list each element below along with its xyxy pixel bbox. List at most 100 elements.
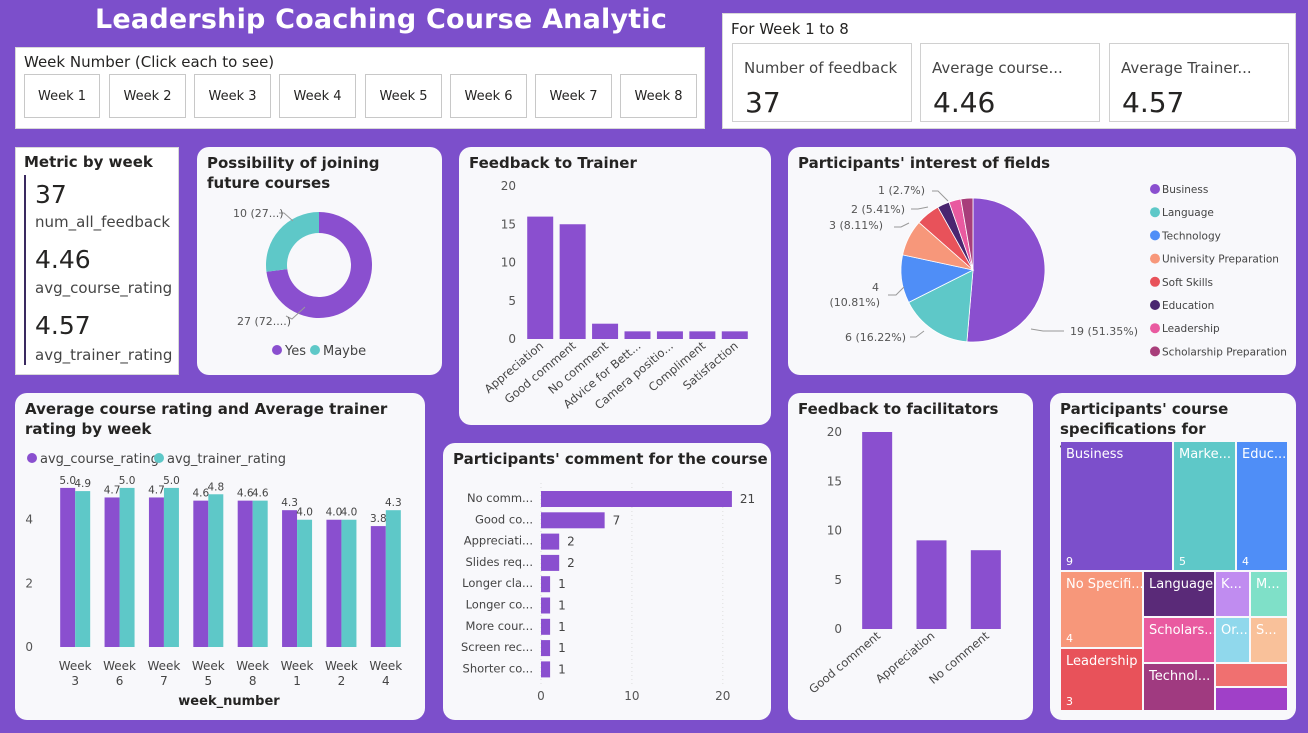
x-tick-label: Week: [59, 659, 92, 673]
x-tick-label: 5: [204, 674, 212, 688]
treemap-tile[interactable]: Or...: [1216, 618, 1249, 662]
treemap-tile[interactable]: [1216, 664, 1287, 686]
data-label: 4.6: [252, 488, 269, 500]
bar: [541, 640, 551, 657]
week-2-button[interactable]: Week 2: [109, 74, 186, 118]
week-7-button[interactable]: Week 7: [535, 74, 612, 118]
y-tick-label: Longer co...: [466, 598, 533, 612]
bar: [916, 540, 947, 629]
comments-card: Participants' comment for the course 0 10…: [443, 443, 771, 720]
dashboard-title: Leadership Coaching Course Analytic: [95, 4, 668, 35]
legend-label-maybe: Maybe: [323, 344, 366, 359]
bar-avg_trainer_rating: [385, 510, 401, 647]
slicer-title: Week Number (Click each to see): [24, 53, 275, 71]
bar-avg_course_rating: [282, 510, 298, 647]
treemap-tile[interactable]: S...: [1251, 618, 1287, 662]
treemap-card: Participants' course specifications for …: [1050, 393, 1296, 720]
fields-pie-chart[interactable]: 19 (51.35%) 6 (16.22%) 4 3 (8.11%) 2 (5.41%)…: [788, 147, 1296, 375]
x-axis-title: week_number: [178, 694, 280, 709]
x-tick-label: Week: [103, 659, 136, 673]
treemap-tile[interactable]: Technol...: [1144, 664, 1214, 710]
bar: [541, 597, 551, 614]
metric-label: num_all_feedback: [35, 213, 171, 231]
y-tick-label: 5: [508, 294, 516, 308]
metric-value: 37: [35, 180, 67, 209]
x-tick-label: 4: [382, 674, 390, 688]
treemap-tile-value: 4: [1242, 555, 1249, 568]
kpi-avg-course: Average course... 4.46: [920, 43, 1100, 122]
treemap-chart[interactable]: Business 9 Marke... 5 Educ... 4 No Specifi... 4…: [1061, 442, 1287, 710]
treemap-tile[interactable]: Educ... 4: [1237, 442, 1287, 570]
treemap-tile[interactable]: Marke... 5: [1174, 442, 1235, 570]
metric-title: Metric by week: [24, 153, 153, 171]
treemap-tile[interactable]: [1216, 688, 1287, 710]
legend-dot: [1150, 253, 1160, 264]
kpi-feedback-count: Number of feedback 37: [732, 43, 912, 122]
bar: [721, 331, 748, 339]
x-tick-label: Week: [369, 659, 402, 673]
donut-chart[interactable]: 27 (72....) 10 (27...) Yes Maybe: [197, 147, 442, 375]
facilitators-chart[interactable]: 05101520Good commentAppreciationNo comme…: [788, 393, 1033, 720]
week-1-button[interactable]: Week 1: [24, 74, 100, 118]
bar-avg_trainer_rating: [252, 500, 268, 647]
bar: [527, 216, 554, 339]
bar-avg_trainer_rating: [75, 491, 91, 647]
pie-leader-line: [911, 206, 929, 210]
data-label: 5.0: [163, 475, 180, 487]
pie-slice: [966, 197, 1046, 343]
bar: [656, 331, 683, 339]
treemap-tile[interactable]: Business 9: [1061, 442, 1172, 570]
treemap-tile[interactable]: Leadership 3: [1061, 649, 1142, 710]
x-tick-label: 3: [71, 674, 79, 688]
bar: [541, 512, 605, 529]
week-slicer: Week Number (Click each to see) Week 1 W…: [15, 47, 705, 129]
week-3-button[interactable]: Week 3: [194, 74, 271, 118]
bar: [559, 224, 586, 339]
trainer-chart[interactable]: 05101520AppreciationGood commentNo comme…: [459, 147, 771, 425]
kpi-label: Average course...: [932, 59, 1063, 77]
bar: [541, 618, 551, 635]
bar-avg_course_rating: [326, 519, 342, 647]
week-5-button[interactable]: Week 5: [365, 74, 442, 118]
pie-data-label: (10.81%): [829, 296, 880, 309]
data-label: 4.9: [74, 478, 91, 490]
ratings-chart[interactable]: avg_course_rating avg_trainer_rating 0 2 4 5.…: [15, 393, 425, 720]
comments-chart[interactable]: 0 10 20No comm... 21Good co... 7Appreciati..…: [443, 443, 771, 720]
treemap-tile-label: Marke...: [1179, 447, 1231, 462]
kpi-value: 37: [745, 86, 781, 119]
week-8-button[interactable]: Week 8: [620, 74, 697, 118]
treemap-tile[interactable]: Scholars...: [1144, 618, 1214, 662]
bar: [689, 331, 716, 339]
week-6-button[interactable]: Week 6: [450, 74, 527, 118]
legend-dot: [1150, 300, 1160, 310]
fields-card: Participants' interest of fields 19 (51.…: [788, 147, 1296, 375]
treemap-tile[interactable]: No Specifi... 4: [1061, 572, 1142, 647]
legend-label: University Preparation: [1162, 254, 1279, 266]
y-tick-label: Longer cla...: [462, 576, 533, 590]
bar: [862, 432, 893, 629]
data-label: 1: [558, 620, 566, 634]
treemap-tile-label: Technol...: [1149, 669, 1211, 684]
y-tick-label: Good co...: [475, 512, 533, 526]
week-4-button[interactable]: Week 4: [279, 74, 356, 118]
treemap-tile-label: Language: [1149, 577, 1214, 592]
donut-label-maybe: 10 (27...): [233, 207, 284, 220]
treemap-tile-label: No Specifi...: [1066, 577, 1142, 592]
treemap-tile[interactable]: M...: [1251, 572, 1287, 616]
y-tick-label: Slides req...: [465, 555, 533, 569]
data-label: 2: [567, 535, 575, 549]
pie-data-label: 4: [872, 281, 879, 294]
x-tick-label: 6: [116, 674, 124, 688]
x-tick-label: 7: [160, 674, 168, 688]
treemap-tile-value: 4: [1066, 632, 1073, 645]
treemap-tile[interactable]: K...: [1216, 572, 1249, 616]
y-tick-label: 0: [25, 640, 33, 654]
treemap-tile[interactable]: Language: [1144, 572, 1214, 616]
y-tick-label: Screen rec...: [461, 640, 533, 654]
data-label: 1: [558, 577, 566, 591]
pie-leader-line: [888, 286, 905, 296]
pie-data-label: 1 (2.7%): [878, 184, 925, 197]
data-label: 2: [567, 556, 575, 570]
pie-data-label: 19 (51.35%): [1070, 325, 1138, 338]
legend-dot-yes: [272, 345, 282, 355]
